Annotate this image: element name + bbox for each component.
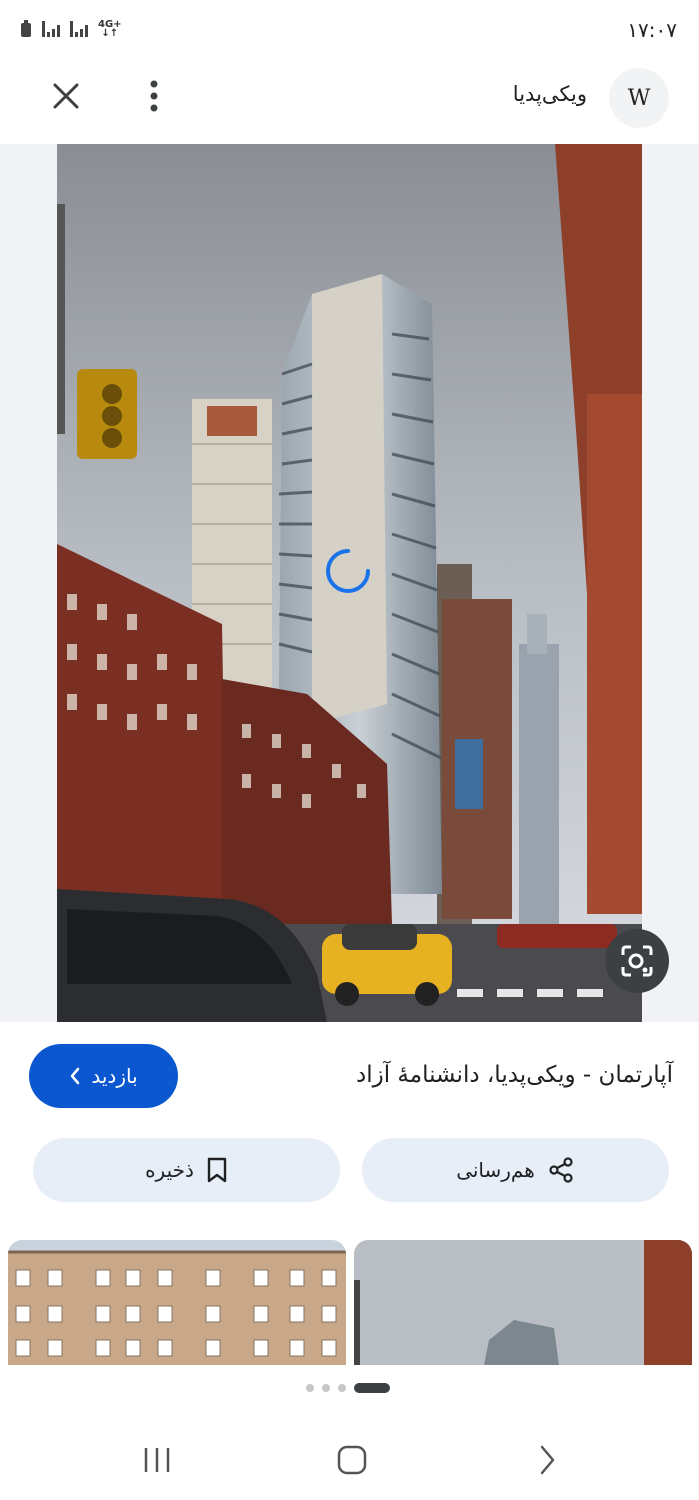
signal-2-icon [70, 21, 88, 37]
status-bar: 4G+ ↓↑ ۱۷:۰۷ [0, 0, 699, 60]
battery-saver-icon [21, 20, 31, 37]
share-button[interactable]: هم‌رسانی [362, 1138, 669, 1202]
header: ویکی‌پدیا W [0, 60, 699, 140]
share-label: هم‌رسانی [456, 1158, 535, 1182]
site-logo: W [609, 68, 669, 128]
related-image-thumbnail[interactable] [354, 1240, 692, 1365]
save-label: ذخیره [145, 1158, 194, 1182]
back-icon [540, 1445, 555, 1475]
save-button[interactable]: ذخیره [33, 1138, 340, 1202]
image-viewer [0, 144, 699, 1022]
more-options-button[interactable] [134, 74, 174, 118]
network-type: 4G+ ↓↑ [98, 19, 122, 39]
pager-dot [322, 1384, 330, 1392]
pager-dots [306, 1383, 390, 1393]
image-title: آپارتمان - ویکی‌پدیا، دانشنامهٔ آزاد [355, 1062, 673, 1088]
chevron-left-icon [71, 1067, 80, 1085]
more-vert-icon [150, 80, 158, 112]
pager-dot [338, 1384, 346, 1392]
source-name[interactable]: ویکی‌پدیا [513, 82, 587, 106]
lens-button[interactable] [605, 929, 669, 993]
status-icons: 4G+ ↓↑ [20, 19, 122, 39]
back-button[interactable] [517, 1440, 577, 1480]
share-icon [549, 1157, 573, 1183]
loading-spinner [326, 549, 370, 593]
related-image-thumbnail[interactable] [8, 1240, 346, 1365]
visit-label: بازدید [91, 1064, 138, 1088]
close-icon [53, 83, 79, 109]
lens-icon [621, 945, 653, 977]
home-icon [337, 1445, 367, 1475]
recents-button[interactable] [127, 1440, 187, 1480]
recents-icon [144, 1448, 170, 1472]
signal-1-icon [42, 21, 60, 37]
close-button[interactable] [44, 74, 88, 118]
system-nav-bar [0, 1410, 699, 1500]
home-button[interactable] [322, 1440, 382, 1480]
pager-dot-active [354, 1383, 390, 1393]
visit-button[interactable]: بازدید [29, 1044, 178, 1108]
status-time: ۱۷:۰۷ [627, 18, 677, 42]
bookmark-icon [207, 1157, 227, 1183]
pager-dot [306, 1384, 314, 1392]
